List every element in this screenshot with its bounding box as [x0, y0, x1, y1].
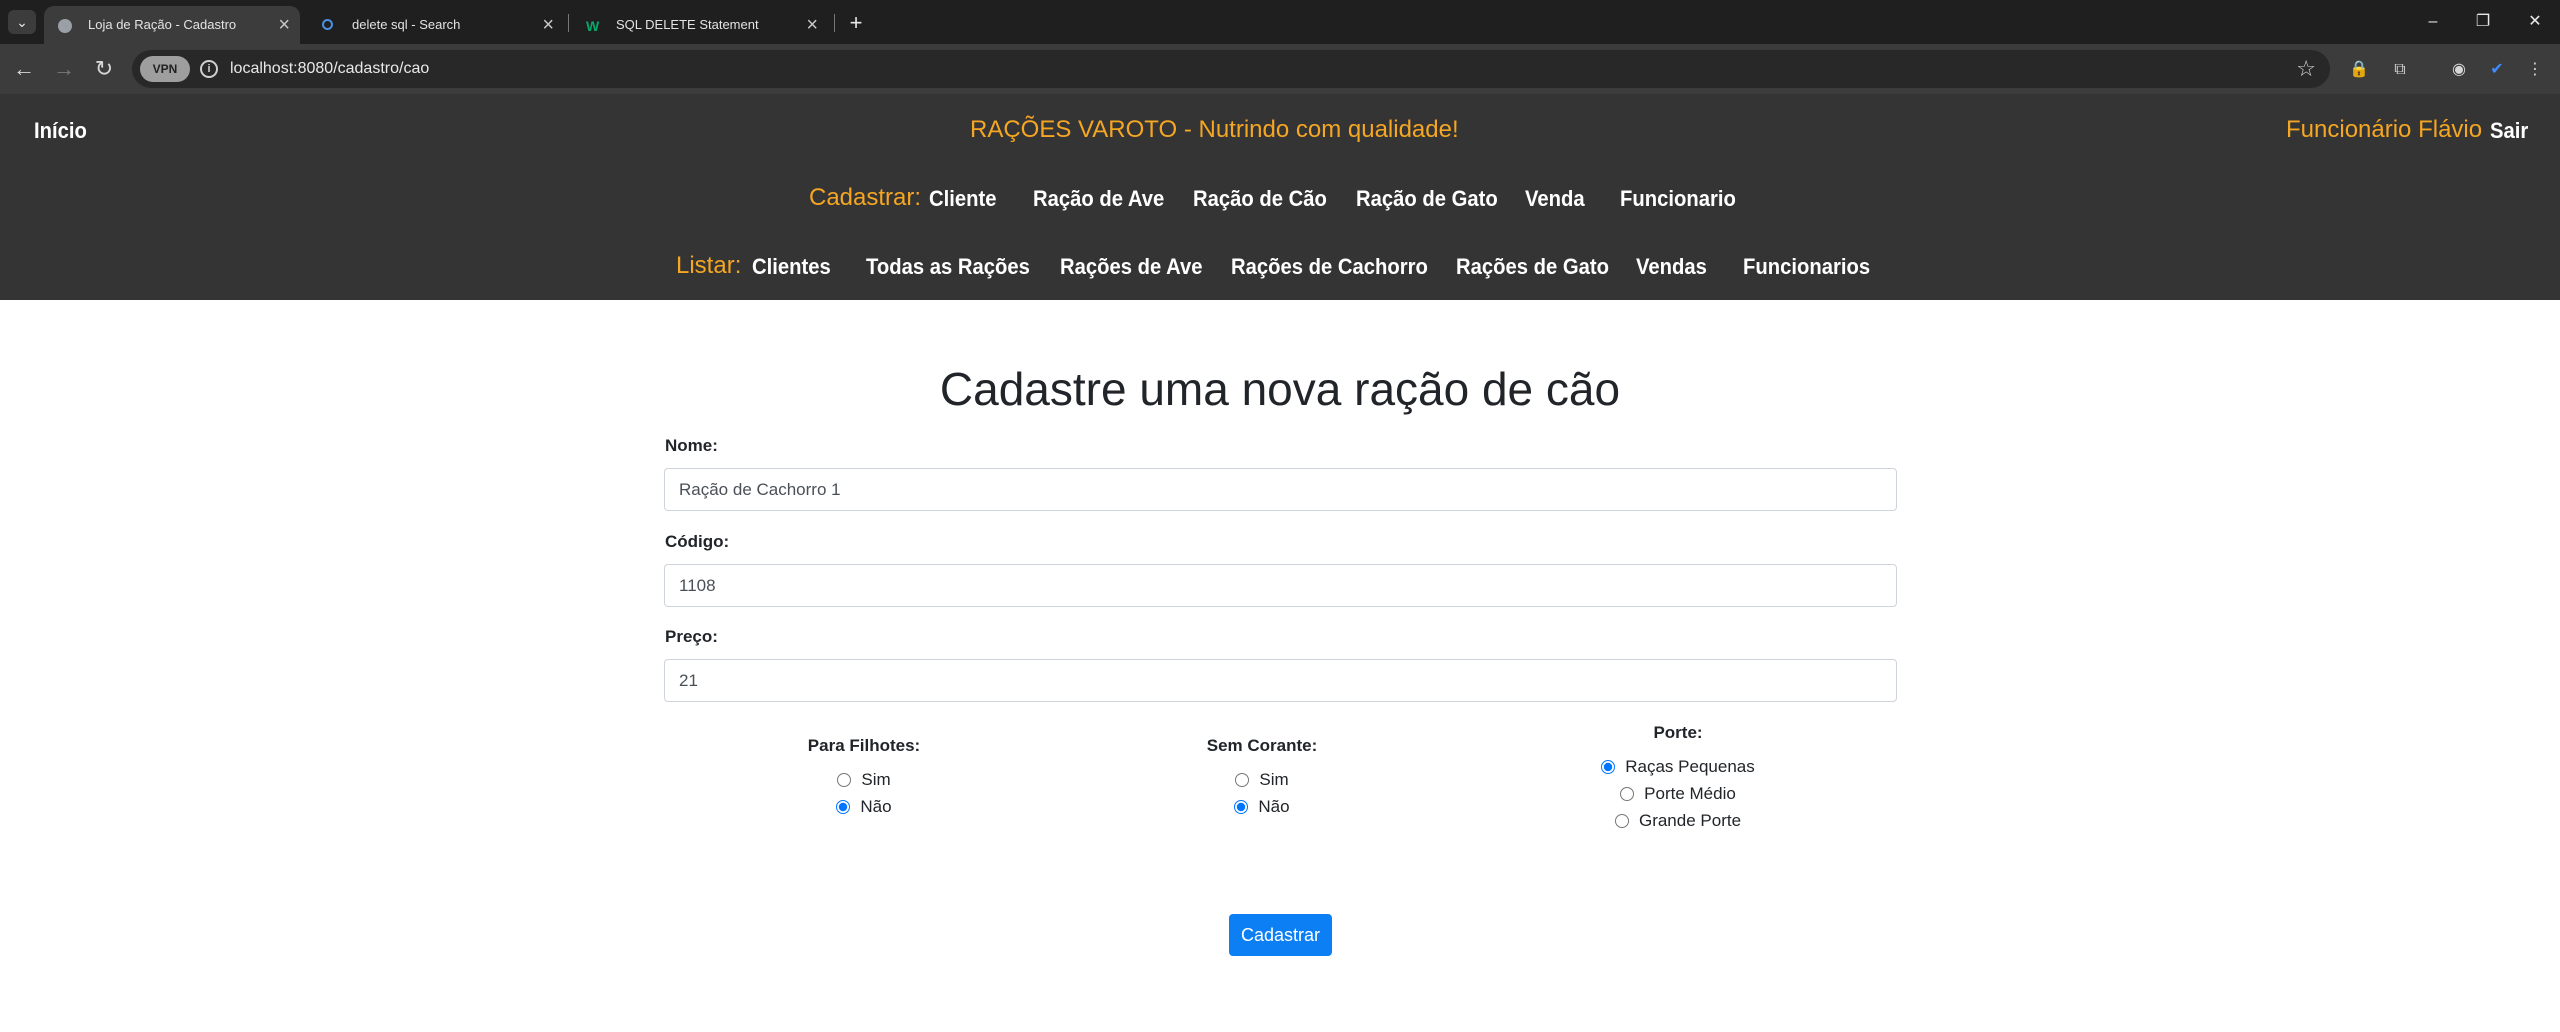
search-icon [322, 19, 333, 30]
option-label: Não [1258, 796, 1290, 816]
extensions-puzzle-icon[interactable]: ⧉ [2387, 57, 2413, 83]
site-header: Início RAÇÕES VAROTO - Nutrindo com qual… [0, 94, 2560, 300]
new-tab-icon[interactable]: + [842, 6, 870, 40]
browser-tab-strip: ⌄ Loja de Ração - Cadastro × delete sql … [0, 0, 2560, 44]
tab-separator [834, 14, 835, 32]
site-info-icon[interactable]: i [200, 60, 218, 78]
cadastrar-button[interactable]: Cadastrar [1229, 914, 1332, 956]
bookmark-star-icon[interactable]: ☆ [2296, 50, 2316, 88]
register-racao-gato-link[interactable]: Ração de Gato [1356, 186, 1498, 212]
list-todas-racoes-link[interactable]: Todas as Rações [866, 254, 1030, 280]
forward-icon[interactable]: → [48, 53, 80, 85]
option-label: Sim [861, 769, 891, 789]
corante-option-nao[interactable]: Não [1162, 793, 1362, 820]
url-text[interactable]: localhost:8080/cadastro/cao [230, 50, 429, 88]
back-icon[interactable]: ← [8, 53, 40, 85]
filhotes-option-sim[interactable]: Sim [764, 766, 964, 793]
tab-title: Loja de Ração - Cadastro [88, 17, 237, 32]
register-cliente-link[interactable]: Cliente [929, 186, 996, 212]
porte-radio-pequenas[interactable] [1601, 759, 1616, 774]
reload-icon[interactable]: ↻ [88, 53, 120, 85]
codigo-field[interactable] [664, 564, 1897, 607]
browser-tab-3[interactable]: W SQL DELETE Statement × [572, 6, 828, 44]
nome-field[interactable] [664, 468, 1897, 511]
home-link[interactable]: Início [34, 118, 87, 144]
logout-link[interactable]: Sair [2490, 118, 2528, 144]
option-label: Raças Pequenas [1625, 756, 1755, 776]
browser-toolbar: ← → ↻ VPN i localhost:8080/cadastro/cao … [0, 44, 2560, 94]
filhotes-radio-nao[interactable] [836, 799, 851, 814]
extension-lock-icon[interactable]: 🔒 [2346, 57, 2372, 83]
tab-separator [568, 14, 569, 32]
restore-icon[interactable]: ❐ [2460, 6, 2506, 38]
tab-title: delete sql - Search [352, 17, 461, 32]
menu-dots-icon[interactable]: ⋮ [2522, 57, 2548, 83]
porte-radio-grande[interactable] [1614, 813, 1629, 828]
list-racoes-gato-link[interactable]: Rações de Gato [1456, 254, 1609, 280]
globe-icon [58, 19, 72, 33]
filhotes-label: Para Filhotes: [807, 736, 921, 755]
list-vendas-link[interactable]: Vendas [1636, 254, 1707, 280]
brand-slogan: RAÇÕES VAROTO - Nutrindo com qualidade! [970, 116, 1459, 143]
corante-option-sim[interactable]: Sim [1162, 766, 1362, 793]
option-label: Sim [1259, 769, 1289, 789]
option-label: Porte Médio [1644, 783, 1736, 803]
codigo-label: Código: [665, 532, 730, 551]
option-label: Grande Porte [1638, 810, 1742, 830]
close-window-icon[interactable]: ✕ [2512, 6, 2558, 38]
preco-field[interactable] [664, 659, 1897, 702]
tab-search-button[interactable]: ⌄ [8, 10, 36, 34]
register-funcionario-link[interactable]: Funcionario [1620, 186, 1736, 212]
corante-label: Sem Corante: [1206, 736, 1318, 755]
corante-radio-sim[interactable] [1235, 772, 1250, 787]
list-funcionarios-link[interactable]: Funcionarios [1743, 254, 1870, 280]
register-racao-ave-link[interactable]: Ração de Ave [1033, 186, 1164, 212]
close-tab-icon[interactable]: × [806, 6, 818, 44]
vpn-badge[interactable]: VPN [140, 56, 190, 82]
filhotes-radio-sim[interactable] [837, 772, 852, 787]
porte-group: Porte: Raças Pequenas Porte Médio Grande… [1558, 723, 1798, 834]
nome-label: Nome: [665, 436, 718, 455]
minimize-icon[interactable]: – [2410, 6, 2456, 38]
porte-option-grande[interactable]: Grande Porte [1558, 807, 1798, 834]
close-tab-icon[interactable]: × [278, 6, 290, 44]
w3schools-icon: W [586, 18, 600, 34]
list-clientes-link[interactable]: Clientes [752, 254, 831, 280]
filhotes-option-nao[interactable]: Não [764, 793, 964, 820]
register-venda-link[interactable]: Venda [1525, 186, 1585, 212]
profile-icon[interactable]: ◉ [2446, 57, 2472, 83]
browser-tab-1[interactable]: Loja de Ração - Cadastro × [44, 6, 300, 44]
option-label: Não [860, 796, 892, 816]
close-tab-icon[interactable]: × [542, 6, 554, 44]
list-label: Listar: [676, 252, 742, 279]
preco-label: Preço: [665, 627, 718, 646]
tab-title: SQL DELETE Statement [616, 17, 759, 32]
porte-radio-medio[interactable] [1620, 786, 1635, 801]
logged-user: Funcionário Flávio [2286, 116, 2483, 143]
list-racoes-ave-link[interactable]: Rações de Ave [1060, 254, 1203, 280]
porte-option-pequenas[interactable]: Raças Pequenas [1558, 753, 1798, 780]
browser-tab-2[interactable]: delete sql - Search × [308, 6, 564, 44]
filhotes-group: Para Filhotes: Sim Não [764, 736, 964, 820]
shield-check-icon[interactable]: ✔ [2484, 57, 2510, 83]
page-title: Cadastre uma nova ração de cão [939, 363, 1621, 415]
corante-radio-nao[interactable] [1234, 799, 1249, 814]
address-bar[interactable]: VPN i localhost:8080/cadastro/cao ☆ [132, 50, 2330, 88]
register-label: Cadastrar: [809, 184, 922, 211]
corante-group: Sem Corante: Sim Não [1162, 736, 1362, 820]
porte-label: Porte: [1653, 723, 1703, 742]
registration-form: Cadastre uma nova ração de cão Nome: Cód… [0, 300, 2560, 1032]
porte-option-medio[interactable]: Porte Médio [1558, 780, 1798, 807]
list-racoes-cachorro-link[interactable]: Rações de Cachorro [1231, 254, 1428, 280]
register-racao-cao-link[interactable]: Ração de Cão [1193, 186, 1327, 212]
